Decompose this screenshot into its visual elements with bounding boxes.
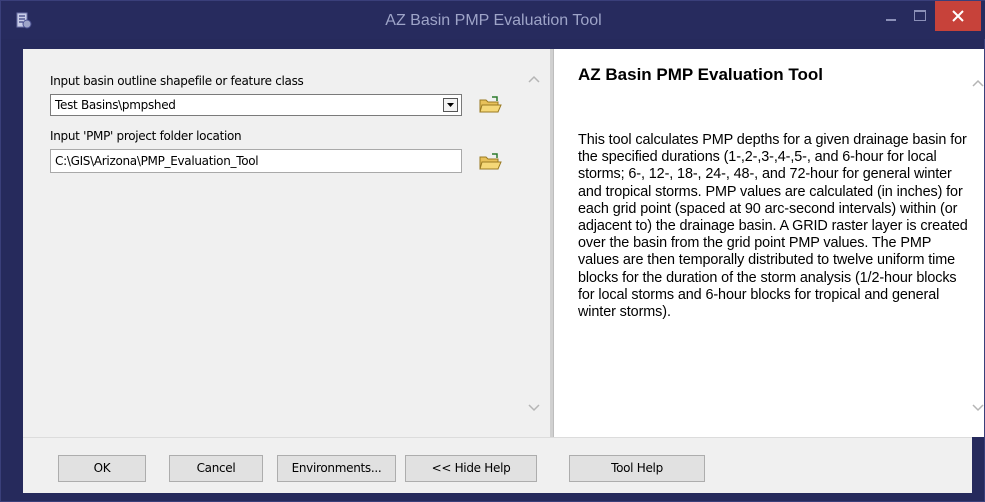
minimize-icon: [886, 19, 896, 21]
basin-combobox[interactable]: Test Basins\pmpshed: [50, 94, 462, 116]
basin-dropdown-button[interactable]: [443, 98, 458, 112]
parameters-pane: Input basin outline shapefile or feature…: [23, 49, 550, 437]
help-text: This tool calculates PMP depths for a gi…: [578, 132, 968, 321]
window-title: AZ Basin PMP Evaluation Tool: [385, 12, 602, 29]
help-title: AZ Basin PMP Evaluation Tool: [578, 65, 823, 84]
cancel-button[interactable]: Cancel: [169, 455, 263, 482]
basin-label: Input basin outline shapefile or feature…: [50, 74, 304, 88]
dialog-window: AZ Basin PMP Evaluation Tool Input basin…: [0, 0, 985, 502]
basin-value: Test Basins\pmpshed: [55, 98, 176, 112]
open-folder-icon: [479, 96, 502, 113]
help-scrollbar[interactable]: [972, 49, 984, 437]
scroll-down-icon[interactable]: [528, 404, 540, 412]
folder-value: C:\GIS\Arizona\PMP_Evaluation_Tool: [55, 154, 259, 168]
scroll-up-icon[interactable]: [528, 75, 540, 83]
environments-button[interactable]: Environments...: [277, 455, 396, 482]
open-folder-icon: [479, 153, 502, 170]
chevron-down-icon: [447, 103, 454, 107]
hide-help-button[interactable]: << Hide Help: [405, 455, 537, 482]
folder-input[interactable]: C:\GIS\Arizona\PMP_Evaluation_Tool: [50, 149, 462, 173]
button-bar: OK Cancel Environments... << Hide Help T…: [23, 437, 972, 493]
close-button[interactable]: [935, 1, 981, 31]
minimize-button[interactable]: [877, 1, 907, 31]
browse-folder-button[interactable]: [477, 150, 503, 174]
tool-help-button[interactable]: Tool Help: [569, 455, 705, 482]
browse-basin-button[interactable]: [477, 93, 503, 117]
maximize-icon: [914, 10, 926, 21]
maximize-button[interactable]: [905, 1, 935, 31]
scroll-up-icon[interactable]: [972, 79, 984, 87]
close-icon: [952, 10, 964, 22]
scroll-down-icon[interactable]: [972, 404, 984, 412]
folder-label: Input 'PMP' project folder location: [50, 129, 242, 143]
ok-button[interactable]: OK: [58, 455, 146, 482]
title-bar[interactable]: AZ Basin PMP Evaluation Tool: [1, 1, 985, 39]
help-pane: AZ Basin PMP Evaluation Tool This tool c…: [553, 49, 972, 437]
